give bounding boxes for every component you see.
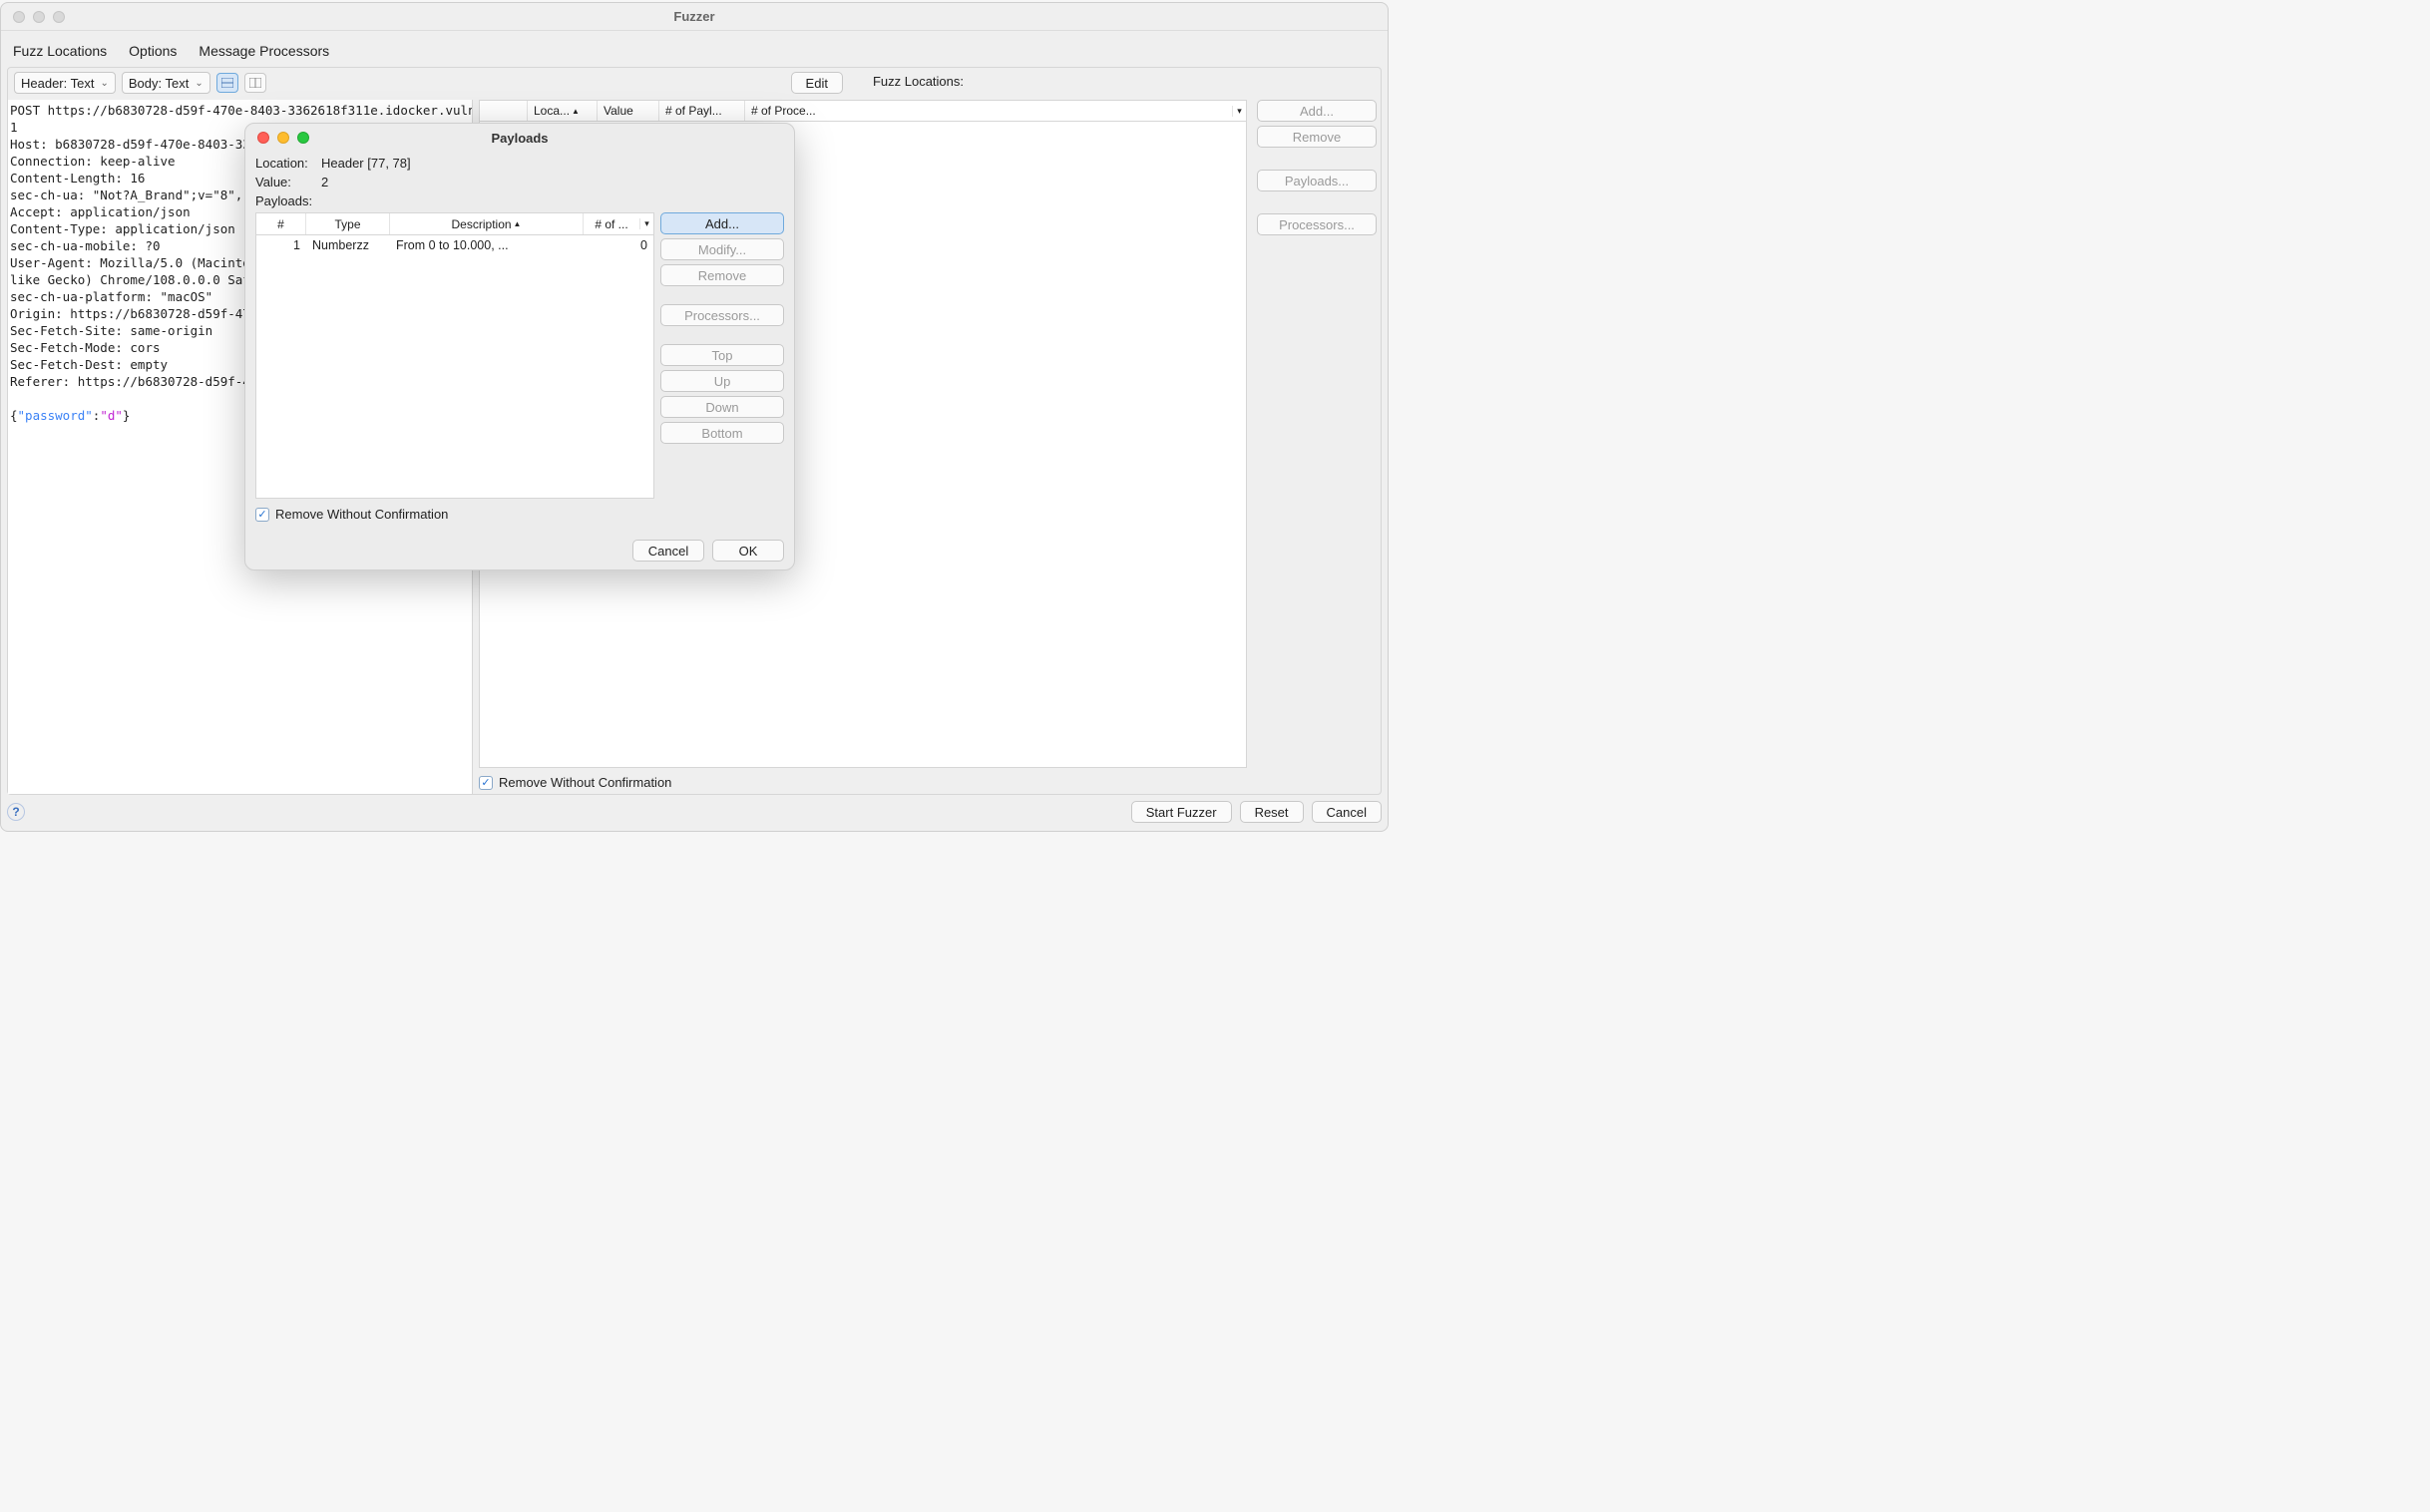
- dialog-remove-confirm-label: Remove Without Confirmation: [275, 507, 448, 522]
- payloads-label: Payloads:: [255, 193, 312, 208]
- add-payload-button[interactable]: Add...: [660, 212, 784, 234]
- col-value[interactable]: Value: [604, 104, 633, 118]
- col-count[interactable]: # of ...: [584, 213, 639, 234]
- fuzz-locations-table-header: Loca...▲ Value # of Payl... # of Proce..…: [479, 100, 1247, 122]
- split-horizontal-icon[interactable]: [216, 73, 238, 93]
- window-title: Fuzzer: [1, 9, 1388, 24]
- location-value: Header [77, 78]: [321, 156, 411, 171]
- sort-asc-icon: ▲: [572, 107, 580, 116]
- col-payloads[interactable]: # of Payl...: [665, 104, 722, 118]
- value-value: 2: [321, 175, 328, 189]
- tab-bar: Fuzz Locations Options Message Processor…: [1, 31, 1388, 70]
- payloads-table-header: # Type Description▲ # of ... ▾: [256, 213, 653, 235]
- col-processors[interactable]: # of Proce...: [751, 104, 816, 118]
- remove-location-button[interactable]: Remove: [1257, 126, 1377, 148]
- payload-desc: From 0 to 10.000, ...: [390, 238, 586, 252]
- split-vertical-icon[interactable]: [244, 73, 266, 93]
- request-line: Content-Length: 16: [10, 171, 145, 186]
- titlebar: Fuzzer: [1, 3, 1388, 31]
- column-picker-icon[interactable]: ▾: [1232, 106, 1246, 117]
- help-icon[interactable]: ?: [7, 803, 25, 821]
- payload-num: 1: [256, 238, 306, 252]
- value-label: Value:: [255, 175, 315, 189]
- dialog-remove-confirm-row: ✓ Remove Without Confirmation: [255, 503, 784, 528]
- bottom-button[interactable]: Bottom: [660, 422, 784, 444]
- sort-asc-icon: ▲: [514, 219, 522, 228]
- request-line: Content-Type: application/json: [10, 221, 235, 236]
- json-key: "password": [18, 408, 93, 423]
- request-line1-pre: POST https://b6830728-d59f-470e-8403-336…: [10, 103, 472, 118]
- payload-row[interactable]: 1 Numberzz From 0 to 10.000, ... 0: [256, 235, 653, 255]
- processors-payload-button[interactable]: Processors...: [660, 304, 784, 326]
- toolbar: Header: Text ⌄ Body: Text ⌄ Edit Fuzz Lo…: [8, 68, 1381, 98]
- request-line: Sec-Fetch-Dest: empty: [10, 357, 168, 372]
- request-line: Sec-Fetch-Site: same-origin: [10, 323, 212, 338]
- tab-message-processors[interactable]: Message Processors: [199, 39, 329, 70]
- header-view-select[interactable]: Header: Text ⌄: [14, 72, 116, 94]
- body-view-label: Body: Text: [129, 76, 189, 91]
- col-type[interactable]: Type: [306, 213, 390, 234]
- request-line: Accept: application/json: [10, 204, 191, 219]
- cancel-button[interactable]: Cancel: [1312, 801, 1382, 823]
- request-line: 1: [10, 120, 18, 135]
- chevron-down-icon: ⌄: [100, 78, 108, 89]
- payload-count: 0: [586, 238, 653, 252]
- edit-button[interactable]: Edit: [791, 72, 843, 94]
- payloads-grid-wrap: # Type Description▲ # of ... ▾ 1 Numberz…: [255, 212, 784, 499]
- payload-buttons: Add... Modify... Remove Processors... To…: [660, 212, 784, 499]
- request-line: Sec-Fetch-Mode: cors: [10, 340, 161, 355]
- start-fuzzer-button[interactable]: Start Fuzzer: [1131, 801, 1232, 823]
- header-view-label: Header: Text: [21, 76, 94, 91]
- bottom-bar: ? Start Fuzzer Reset Cancel: [7, 797, 1382, 827]
- fuzz-location-buttons: Add... Remove Payloads... Processors...: [1253, 100, 1381, 794]
- reset-button[interactable]: Reset: [1240, 801, 1304, 823]
- col-location[interactable]: Loca...: [534, 104, 570, 118]
- payload-type: Numberzz: [306, 238, 390, 252]
- dialog-remove-confirm-checkbox[interactable]: ✓: [255, 508, 269, 522]
- request-line: Connection: keep-alive: [10, 154, 176, 169]
- fuzz-locations-label: Fuzz Locations:: [867, 74, 970, 93]
- add-location-button[interactable]: Add...: [1257, 100, 1377, 122]
- remove-confirm-label: Remove Without Confirmation: [499, 775, 671, 790]
- remove-confirm-checkbox[interactable]: ✓: [479, 776, 493, 790]
- location-label: Location:: [255, 156, 315, 171]
- up-button[interactable]: Up: [660, 370, 784, 392]
- request-line: sec-ch-ua-platform: "macOS": [10, 289, 212, 304]
- col-num[interactable]: #: [256, 213, 306, 234]
- payloads-button[interactable]: Payloads...: [1257, 170, 1377, 191]
- tab-options[interactable]: Options: [129, 39, 177, 70]
- chevron-down-icon: ⌄: [195, 78, 202, 89]
- payloads-table: # Type Description▲ # of ... ▾ 1 Numberz…: [255, 212, 654, 499]
- modify-payload-button[interactable]: Modify...: [660, 238, 784, 260]
- top-button[interactable]: Top: [660, 344, 784, 366]
- json-value: "d": [100, 408, 123, 423]
- body-view-select[interactable]: Body: Text ⌄: [122, 72, 210, 94]
- column-picker-icon[interactable]: ▾: [639, 218, 653, 229]
- dialog-footer: Cancel OK: [245, 532, 794, 569]
- processors-button[interactable]: Processors...: [1257, 213, 1377, 235]
- dialog-cancel-button[interactable]: Cancel: [632, 540, 704, 562]
- dialog-ok-button[interactable]: OK: [712, 540, 784, 562]
- remove-payload-button[interactable]: Remove: [660, 264, 784, 286]
- down-button[interactable]: Down: [660, 396, 784, 418]
- dialog-title: Payloads: [245, 131, 794, 146]
- col-description[interactable]: Description▲: [390, 213, 584, 234]
- remove-confirm-row: ✓ Remove Without Confirmation: [479, 775, 671, 790]
- tab-fuzz-locations[interactable]: Fuzz Locations: [13, 39, 107, 70]
- request-line: sec-ch-ua-mobile: ?0: [10, 238, 161, 253]
- dialog-titlebar: Payloads: [245, 124, 794, 152]
- dialog-body: Location: Header [77, 78] Value: 2 Paylo…: [245, 152, 794, 532]
- payloads-dialog: Payloads Location: Header [77, 78] Value…: [244, 123, 795, 570]
